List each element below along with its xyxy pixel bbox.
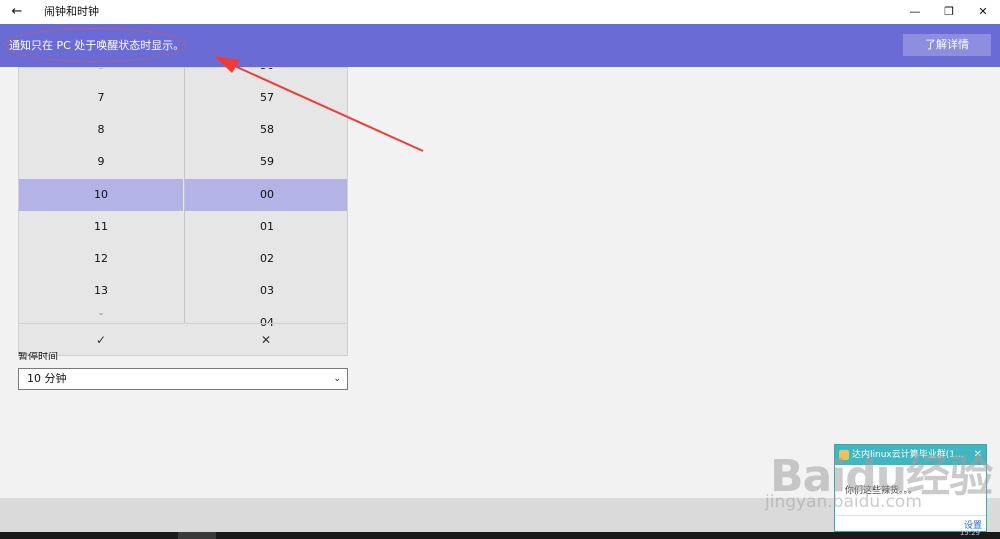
minute-item[interactable]: 59 [185, 146, 347, 178]
chevron-down-icon: ⌄ [333, 374, 341, 384]
minute-item[interactable]: 58 [185, 114, 347, 146]
hour-item[interactable]: 7 [19, 82, 183, 114]
notification-banner: 通知只在 PC 处于唤醒状态时显示。 了解详情 [0, 24, 1000, 67]
back-arrow-icon[interactable]: ← [8, 3, 26, 21]
hour-column[interactable]: ⌃ 7 8 9 10 11 12 13 ⌄ [19, 68, 183, 323]
scroll-up-icon[interactable]: ⌃ [19, 68, 183, 75]
learn-more-button[interactable]: 了解详情 [903, 34, 991, 56]
close-button[interactable]: ✕ [966, 0, 1000, 24]
group-chat-icon [839, 450, 849, 460]
hour-item[interactable]: 8 [19, 114, 183, 146]
cancel-x-icon[interactable]: ✕ [184, 324, 347, 355]
qq-notification-popup[interactable]: 达内linux云计算毕业群(1... ✕ 你们这些辣货。。。 设置 [834, 444, 987, 532]
minute-item[interactable]: 56 [185, 68, 347, 82]
maximize-button[interactable]: ❐ [932, 0, 966, 24]
taskbar-clock[interactable]: 15:29 [960, 529, 980, 537]
scroll-down-icon[interactable]: ⌄ [19, 308, 183, 317]
hour-item[interactable]: 12 [19, 243, 183, 275]
hour-item[interactable]: 13 [19, 275, 183, 307]
popup-title: 达内linux云计算毕业群(1... [852, 450, 964, 460]
app-title: 闹钟和时钟 [44, 5, 99, 18]
minute-item-selected[interactable]: 00 [185, 179, 347, 211]
minute-column[interactable]: 56 57 58 59 00 01 02 03 04 [184, 68, 347, 329]
minute-item[interactable]: 57 [185, 82, 347, 114]
time-picker: ⌃ 7 8 9 10 11 12 13 ⌄ 56 57 58 59 00 01 … [18, 67, 348, 356]
title-bar: ← 闹钟和时钟 — ❐ ✕ [0, 0, 1000, 24]
minimize-button[interactable]: — [898, 0, 932, 24]
hour-item-selected[interactable]: 10 [19, 179, 183, 211]
snooze-value: 10 分钟 [27, 372, 67, 385]
popup-message[interactable]: 你们这些辣货。。。 [845, 485, 917, 497]
snooze-dropdown[interactable]: 10 分钟 ⌄ [18, 368, 348, 390]
minute-item[interactable]: 02 [185, 243, 347, 275]
minute-item[interactable]: 01 [185, 211, 347, 243]
hour-item[interactable]: 9 [19, 146, 183, 178]
banner-text: 通知只在 PC 处于唤醒状态时显示。 [9, 39, 185, 52]
popup-close-icon[interactable]: ✕ [974, 445, 982, 465]
snooze-label: 暂停时间 [18, 352, 58, 360]
hour-item[interactable]: 11 [19, 211, 183, 243]
popup-header: 达内linux云计算毕业群(1... ✕ [835, 445, 986, 465]
minute-item[interactable]: 03 [185, 275, 347, 307]
taskbar: 15:29 [0, 529, 1000, 539]
taskbar-app-button[interactable] [178, 532, 216, 539]
picker-button-bar: ✓ ✕ [19, 323, 347, 355]
